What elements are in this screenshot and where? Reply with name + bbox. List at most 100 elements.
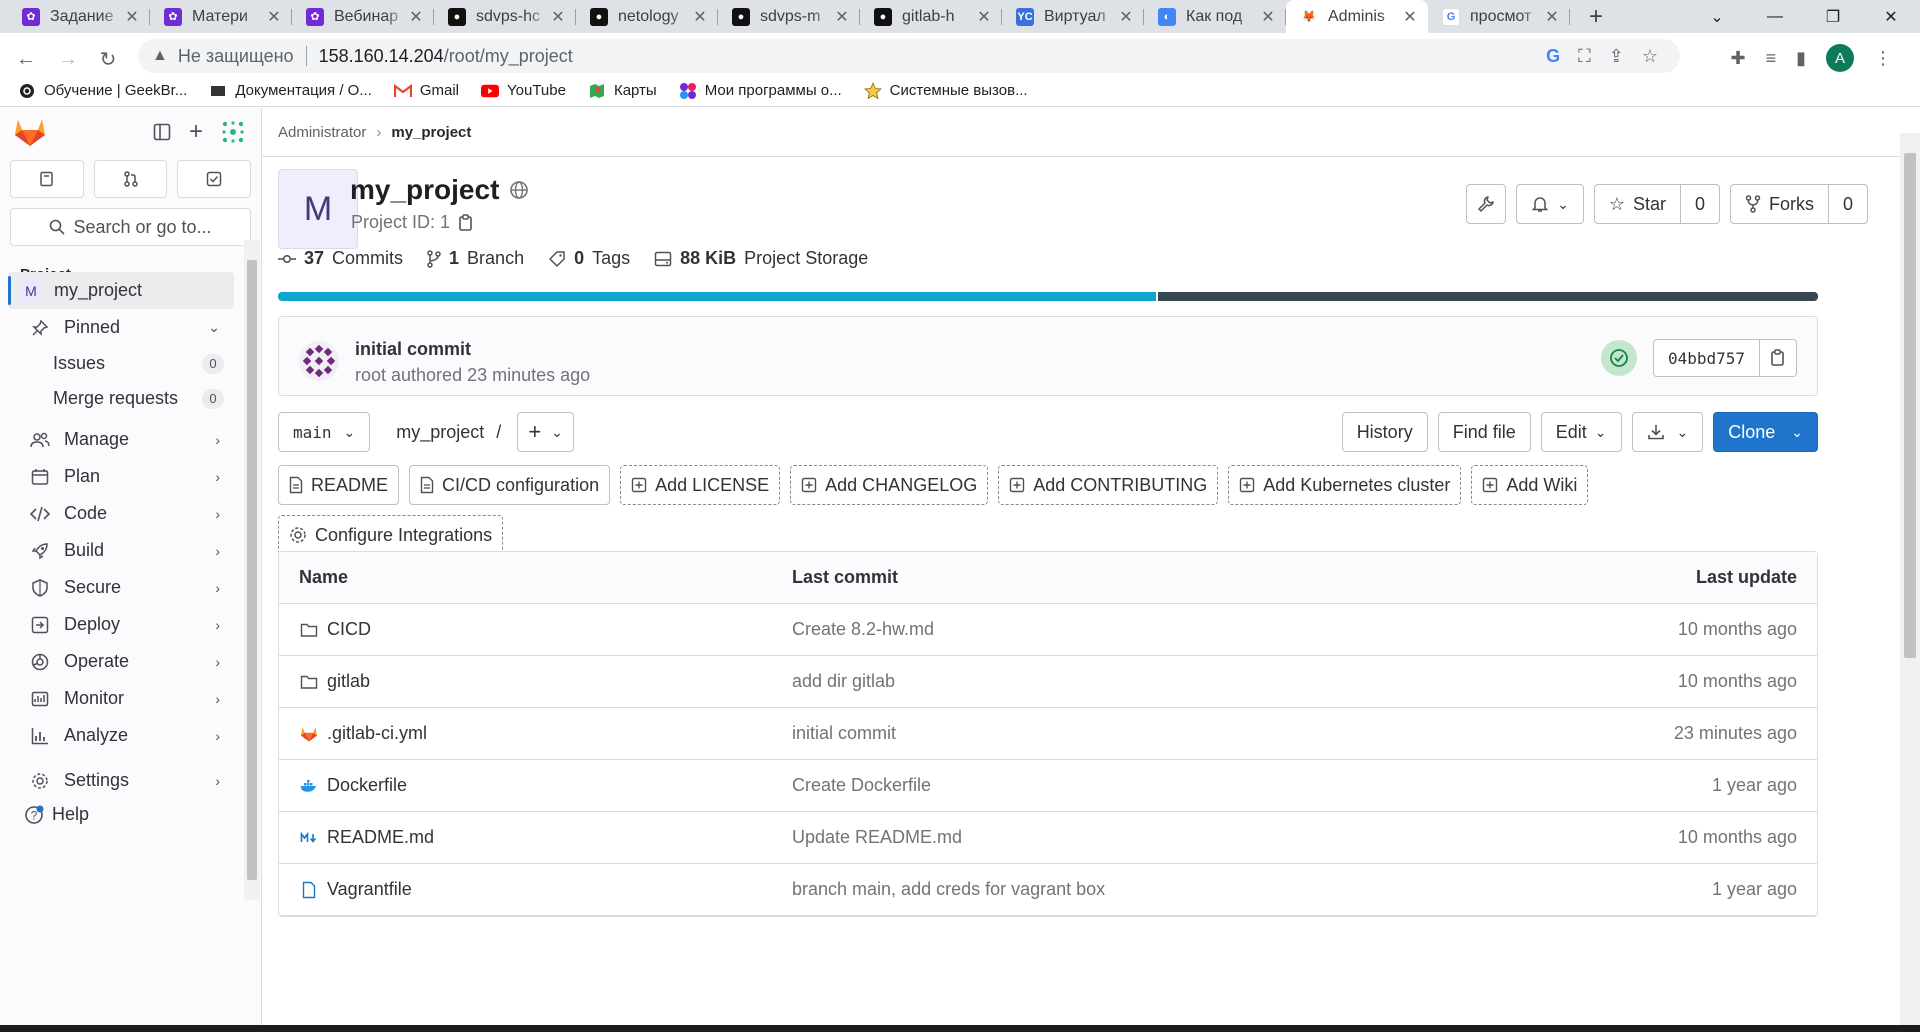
file-name[interactable]: gitlab bbox=[327, 671, 370, 692]
add-to-tree-dropdown[interactable]: + ⌄ bbox=[517, 412, 574, 452]
sidebar-item-operate[interactable]: Operate › bbox=[8, 643, 234, 680]
close-tab-icon[interactable]: ✕ bbox=[1118, 7, 1134, 27]
last-commit-cell[interactable]: branch main, add creds for vagrant box bbox=[792, 879, 1517, 900]
history-button[interactable]: History bbox=[1341, 412, 1428, 452]
file-name-cell[interactable]: CICD bbox=[279, 619, 792, 640]
browser-tab[interactable]: Gпросмот ✕ bbox=[1428, 0, 1570, 33]
close-tab-icon[interactable]: ✕ bbox=[408, 7, 424, 27]
close-tab-icon[interactable]: ✕ bbox=[124, 7, 140, 27]
language-segment[interactable] bbox=[1158, 292, 1818, 301]
maximize-button[interactable]: ❐ bbox=[1804, 0, 1862, 33]
sidebar-scrollbar[interactable] bbox=[244, 240, 260, 900]
forks-button[interactable]: Forks bbox=[1729, 184, 1829, 224]
tags-stat[interactable]: 0 Tags bbox=[548, 248, 630, 269]
edit-dropdown[interactable]: Edit ⌄ bbox=[1540, 412, 1622, 452]
sidebar-item-secure[interactable]: Secure › bbox=[8, 569, 234, 606]
language-segment[interactable] bbox=[278, 292, 1157, 301]
close-tab-icon[interactable]: ✕ bbox=[834, 7, 850, 27]
author-avatar[interactable] bbox=[299, 341, 339, 381]
sidebar-item-merge-requests[interactable]: Merge requests 0 bbox=[8, 381, 234, 416]
sidebar-item-code[interactable]: Code › bbox=[8, 495, 234, 532]
tab-search-icon[interactable]: ⌄ bbox=[1688, 0, 1746, 33]
quick-link-configure-integrations[interactable]: Configure Integrations bbox=[278, 515, 504, 555]
branch-selector[interactable]: main ⌄ bbox=[278, 412, 371, 452]
copy-sha-button[interactable] bbox=[1760, 339, 1797, 377]
sidebar-item-deploy[interactable]: Deploy › bbox=[8, 606, 234, 643]
gitlab-logo-icon[interactable] bbox=[14, 117, 46, 147]
commit-title[interactable]: initial commit bbox=[355, 339, 471, 360]
breadcrumb-current[interactable]: my_project bbox=[391, 124, 471, 141]
file-name[interactable]: README.md bbox=[327, 827, 434, 848]
bookmark-item[interactable]: Документация / О... bbox=[209, 82, 372, 100]
table-row[interactable]: .gitlab-ci.yml initial commit 23 minutes a… bbox=[279, 708, 1817, 760]
translate-icon[interactable]: ⛶ bbox=[1578, 46, 1591, 67]
last-commit-cell[interactable]: initial commit bbox=[792, 723, 1517, 744]
copy-icon[interactable] bbox=[458, 213, 474, 232]
assigned-issues-button[interactable] bbox=[10, 160, 84, 198]
commit-sha[interactable]: 04bbd757 bbox=[1652, 339, 1760, 377]
close-window-button[interactable]: ✕ bbox=[1862, 0, 1920, 33]
file-name-cell[interactable]: .gitlab-ci.yml bbox=[279, 723, 792, 744]
file-name[interactable]: .gitlab-ci.yml bbox=[327, 723, 427, 744]
last-commit-cell[interactable]: Create 8.2-hw.md bbox=[792, 619, 1517, 640]
find-file-button[interactable]: Find file bbox=[1437, 412, 1531, 452]
bookmark-item[interactable]: Мои программы о... bbox=[679, 82, 842, 100]
admin-settings-button[interactable] bbox=[1466, 184, 1507, 224]
share-icon[interactable]: ⇪ bbox=[1609, 46, 1624, 67]
browser-tab[interactable]: ● gitlab-h ✕ bbox=[860, 0, 1002, 33]
forward-button[interactable]: → bbox=[54, 45, 82, 73]
quick-link-add-contributing[interactable]: Add CONTRIBUTING bbox=[998, 465, 1219, 505]
sidebar-item-manage[interactable]: Manage › bbox=[8, 421, 234, 458]
new-tab-button[interactable]: + bbox=[1578, 0, 1614, 33]
close-tab-icon[interactable]: ✕ bbox=[266, 7, 282, 27]
file-name-cell[interactable]: Dockerfile bbox=[279, 775, 792, 796]
browser-tab[interactable]: ✿ Задание ✕ bbox=[8, 0, 150, 33]
sidebar-item-build[interactable]: Build › bbox=[8, 532, 234, 569]
browser-tab[interactable]: 🦊 Adminis ✕ bbox=[1286, 0, 1428, 33]
last-commit-cell[interactable]: Create Dockerfile bbox=[792, 775, 1517, 796]
google-lens-icon[interactable]: G bbox=[1546, 46, 1560, 67]
minimize-button[interactable]: — bbox=[1746, 0, 1804, 33]
browser-tab[interactable]: ◐ Как под ✕ bbox=[1144, 0, 1286, 33]
last-commit-cell[interactable]: add dir gitlab bbox=[792, 671, 1517, 692]
notifications-dropdown[interactable]: ⌄ bbox=[1516, 184, 1584, 224]
bookmark-item[interactable]: Карты bbox=[588, 82, 657, 100]
quick-link-ci-cd-configuration[interactable]: CI/CD configuration bbox=[409, 465, 611, 505]
language-bar[interactable] bbox=[278, 292, 1818, 301]
browser-tab[interactable]: YC Виртуал ✕ bbox=[1002, 0, 1144, 33]
breadcrumb-parent[interactable]: Administrator bbox=[278, 124, 366, 141]
star-button[interactable]: ☆ Star bbox=[1593, 184, 1681, 224]
table-row[interactable]: gitlab add dir gitlab 10 months ago bbox=[279, 656, 1817, 708]
repo-path-root[interactable]: my_project bbox=[396, 422, 484, 443]
sidebar-item-analyze[interactable]: Analyze › bbox=[8, 717, 234, 754]
storage-stat[interactable]: 88 KiB Project Storage bbox=[654, 248, 868, 269]
quick-link-add-wiki[interactable]: Add Wiki bbox=[1471, 465, 1589, 505]
browser-tab[interactable]: ● sdvps-m ✕ bbox=[718, 0, 860, 33]
star-count[interactable]: 0 bbox=[1680, 184, 1720, 224]
browser-tab[interactable]: ✿ Вебинар ✕ bbox=[292, 0, 434, 33]
file-name[interactable]: CICD bbox=[327, 619, 371, 640]
close-tab-icon[interactable]: ✕ bbox=[1402, 7, 1418, 27]
page-scrollbar[interactable] bbox=[1900, 133, 1920, 1032]
profile-avatar[interactable]: A bbox=[1826, 44, 1854, 72]
todo-list-button[interactable] bbox=[177, 160, 252, 198]
warning-icon[interactable]: ▲ bbox=[152, 47, 168, 65]
create-new-icon[interactable]: + bbox=[189, 120, 203, 144]
quick-link-add-kubernetes-cluster[interactable]: Add Kubernetes cluster bbox=[1228, 465, 1462, 505]
back-button[interactable]: ← bbox=[12, 45, 40, 73]
menu-icon[interactable]: ⋮ bbox=[1874, 48, 1892, 69]
close-tab-icon[interactable]: ✕ bbox=[976, 7, 992, 27]
quick-link-add-changelog[interactable]: Add CHANGELOG bbox=[790, 465, 989, 505]
browser-tab[interactable]: ● sdvps-hc ✕ bbox=[434, 0, 576, 33]
file-name-cell[interactable]: Vagrantfile bbox=[279, 879, 792, 900]
last-commit-cell[interactable]: Update README.md bbox=[792, 827, 1517, 848]
help-button[interactable]: ? Help bbox=[24, 804, 89, 825]
reload-button[interactable]: ↻ bbox=[94, 45, 122, 73]
clone-dropdown[interactable]: Clone ⌄ bbox=[1713, 412, 1818, 452]
address-bar[interactable]: ▲ Не защищено 158.160.14.204/root/my_pro… bbox=[138, 39, 1680, 73]
bookmark-star-icon[interactable]: ☆ bbox=[1642, 46, 1658, 67]
extensions-icon[interactable]: ✚ bbox=[1730, 48, 1745, 69]
user-avatar-icon[interactable] bbox=[221, 120, 245, 144]
quick-link-readme[interactable]: README bbox=[278, 465, 400, 505]
table-row[interactable]: README.md Update README.md 10 months ago bbox=[279, 812, 1817, 864]
